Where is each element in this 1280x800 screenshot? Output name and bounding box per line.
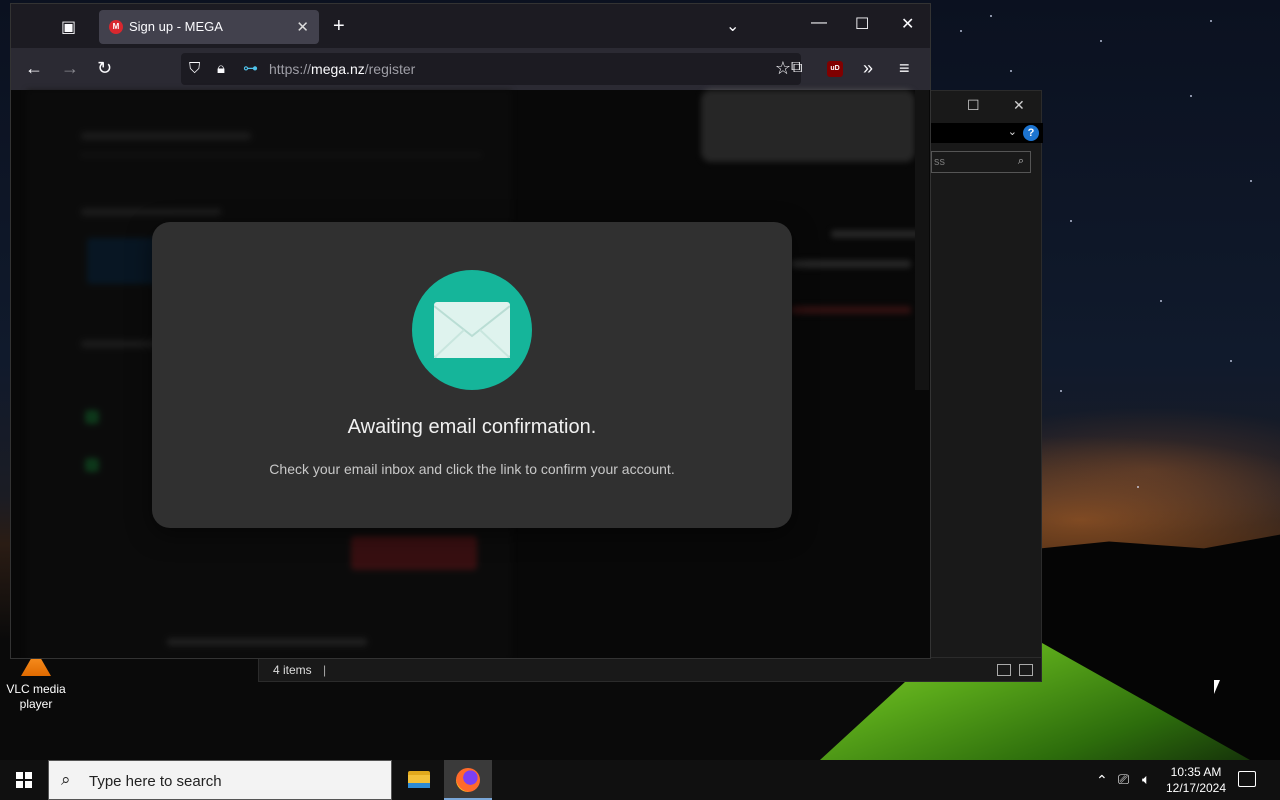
large-icons-view-icon[interactable] bbox=[1019, 664, 1033, 676]
close-icon[interactable]: ✕ bbox=[1013, 97, 1025, 114]
help-icon[interactable]: ? bbox=[1023, 125, 1039, 141]
browser-window[interactable]: ▣ M Sign up - MEGA ✕ + ⌄ — ☐ ✕ ← → ↻ ⛉ 🔒… bbox=[10, 3, 931, 659]
minimize-icon[interactable]: — bbox=[811, 14, 827, 32]
tracking-protection-shield-icon[interactable]: ⛉ bbox=[189, 60, 200, 77]
chevron-down-icon[interactable]: ⌄ bbox=[1008, 125, 1017, 138]
system-clock[interactable]: 10:35 AM 12/17/2024 bbox=[1160, 764, 1232, 796]
desktop-icon-label: VLC media player bbox=[6, 682, 66, 711]
hamburger-menu-icon[interactable]: ≡ bbox=[899, 59, 910, 77]
start-button[interactable] bbox=[0, 760, 48, 800]
url-text[interactable]: https://mega.nz/register bbox=[269, 61, 415, 77]
page-content: Awaiting email confirmation. Check your … bbox=[11, 90, 930, 658]
details-view-icon[interactable] bbox=[997, 664, 1011, 676]
action-center-icon[interactable] bbox=[1238, 771, 1256, 787]
close-window-icon[interactable]: ✕ bbox=[901, 14, 914, 34]
tab-title: Sign up - MEGA bbox=[129, 19, 223, 34]
maximize-icon[interactable]: ☐ bbox=[855, 14, 869, 34]
envelope-icon bbox=[412, 270, 532, 390]
key-icon[interactable]: ⊶ bbox=[243, 59, 258, 77]
show-hidden-icons-chevron-icon[interactable]: ⌃ bbox=[1096, 772, 1108, 789]
dialog-title: Awaiting email confirmation. bbox=[347, 416, 597, 438]
search-icon: ⌕ bbox=[61, 770, 71, 789]
desktop-icon-vlc[interactable]: VLC media player bbox=[4, 650, 68, 712]
extensions-icon[interactable]: ⧉ bbox=[791, 59, 802, 77]
search-icon: ⌕ bbox=[1017, 155, 1024, 167]
mouse-cursor bbox=[1214, 680, 1226, 694]
back-icon[interactable]: ← bbox=[25, 59, 43, 77]
firefox-view-icon[interactable]: ▣ bbox=[61, 17, 76, 37]
item-count: 4 items bbox=[273, 663, 312, 677]
list-tabs-icon[interactable]: ⌄ bbox=[726, 16, 739, 36]
firefox-icon bbox=[456, 768, 480, 792]
tab-bar: ▣ M Sign up - MEGA ✕ + ⌄ — ☐ ✕ bbox=[11, 4, 930, 48]
status-bar: 4 items | bbox=[259, 657, 1041, 681]
network-icon[interactable]: ⎚ bbox=[1118, 771, 1129, 788]
reload-icon[interactable]: ↻ bbox=[97, 59, 112, 77]
close-tab-icon[interactable]: ✕ bbox=[296, 18, 309, 36]
navigation-toolbar: ← → ↻ ⛉ 🔒︎ ⊶ https://mega.nz/register ☆ … bbox=[11, 48, 930, 90]
email-confirmation-dialog: Awaiting email confirmation. Check your … bbox=[152, 222, 792, 528]
mega-favicon-icon: M bbox=[109, 20, 123, 34]
overflow-menu-icon[interactable]: » bbox=[863, 59, 873, 77]
url-bar[interactable]: ⛉ 🔒︎ ⊶ https://mega.nz/register ☆ bbox=[181, 53, 801, 85]
taskbar-firefox[interactable] bbox=[444, 760, 492, 800]
dialog-message: Check your email inbox and click the lin… bbox=[269, 461, 675, 477]
forward-icon[interactable]: → bbox=[61, 59, 79, 77]
taskbar-file-explorer[interactable] bbox=[395, 760, 443, 800]
taskbar-search-input[interactable]: ⌕ Type here to search bbox=[48, 760, 392, 800]
maximize-icon[interactable]: ☐ bbox=[967, 97, 980, 114]
clock-date: 12/17/2024 bbox=[1165, 781, 1227, 795]
windows-logo-icon bbox=[16, 772, 32, 788]
lock-icon[interactable]: 🔒︎ bbox=[217, 60, 225, 77]
file-explorer-icon bbox=[408, 771, 430, 788]
tab-sign-up-mega[interactable]: M Sign up - MEGA ✕ bbox=[99, 10, 319, 44]
search-placeholder: ss bbox=[934, 156, 945, 168]
ublock-origin-icon[interactable]: uD bbox=[827, 61, 843, 77]
search-placeholder: Type here to search bbox=[89, 773, 222, 790]
clock-time: 10:35 AM bbox=[1170, 765, 1222, 779]
volume-muted-icon[interactable]: 🔈︎ bbox=[1142, 771, 1150, 788]
taskbar: ⌕ Type here to search ⌃ ⎚ 🔈︎ 10:35 AM 12… bbox=[0, 760, 1280, 800]
explorer-search-input[interactable]: ss ⌕ bbox=[931, 151, 1031, 173]
new-tab-icon[interactable]: + bbox=[333, 15, 345, 38]
bookmark-star-icon[interactable]: ☆ bbox=[775, 58, 791, 79]
